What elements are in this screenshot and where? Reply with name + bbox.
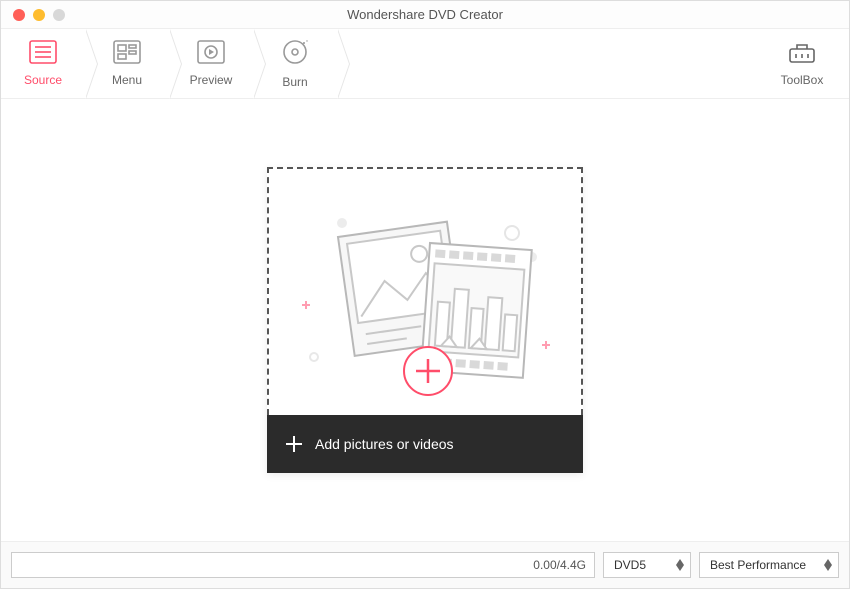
disc-type-value: DVD5 xyxy=(614,558,646,572)
step-label: Preview xyxy=(190,73,233,87)
step-label: Source xyxy=(24,73,62,87)
quality-value: Best Performance xyxy=(710,558,806,572)
disc-type-select[interactable]: DVD5 xyxy=(603,552,691,578)
traffic-lights xyxy=(1,9,65,21)
window-title: Wondershare DVD Creator xyxy=(1,7,849,22)
minimize-window-button[interactable] xyxy=(33,9,45,21)
bottombar: 0.00/4.4G DVD5 Best Performance xyxy=(1,541,849,588)
step-source[interactable]: Source xyxy=(1,29,85,98)
add-media-label: Add pictures or videos xyxy=(315,436,454,452)
close-window-button[interactable] xyxy=(13,9,25,21)
quality-select[interactable]: Best Performance xyxy=(699,552,839,578)
menu-icon xyxy=(113,40,141,67)
plus-icon xyxy=(285,435,303,453)
source-icon xyxy=(29,40,57,67)
breadcrumb: Source Menu Pr xyxy=(1,29,337,98)
stepper-icon xyxy=(676,559,684,571)
step-preview[interactable]: Preview xyxy=(169,29,253,98)
step-menu[interactable]: Menu xyxy=(85,29,169,98)
step-label: Burn xyxy=(282,75,307,89)
burn-icon xyxy=(281,38,309,69)
toolbox-label: ToolBox xyxy=(781,73,824,87)
stepper-icon xyxy=(824,559,832,571)
preview-icon xyxy=(197,40,225,67)
add-media-button[interactable]: Add pictures or videos xyxy=(267,415,583,473)
toolbar: Source Menu Pr xyxy=(1,29,849,99)
dropzone-illustration xyxy=(267,167,583,415)
capacity-meter: 0.00/4.4G xyxy=(11,552,595,578)
toolbox-icon xyxy=(788,40,816,67)
capacity-text: 0.00/4.4G xyxy=(533,558,586,572)
dropzone[interactable]: Add pictures or videos xyxy=(267,167,583,473)
content-area: Add pictures or videos xyxy=(1,99,849,541)
maximize-window-button[interactable] xyxy=(53,9,65,21)
step-label: Menu xyxy=(112,73,142,87)
step-burn[interactable]: Burn xyxy=(253,29,337,98)
toolbox-button[interactable]: ToolBox xyxy=(767,29,837,98)
titlebar: Wondershare DVD Creator xyxy=(1,1,849,29)
